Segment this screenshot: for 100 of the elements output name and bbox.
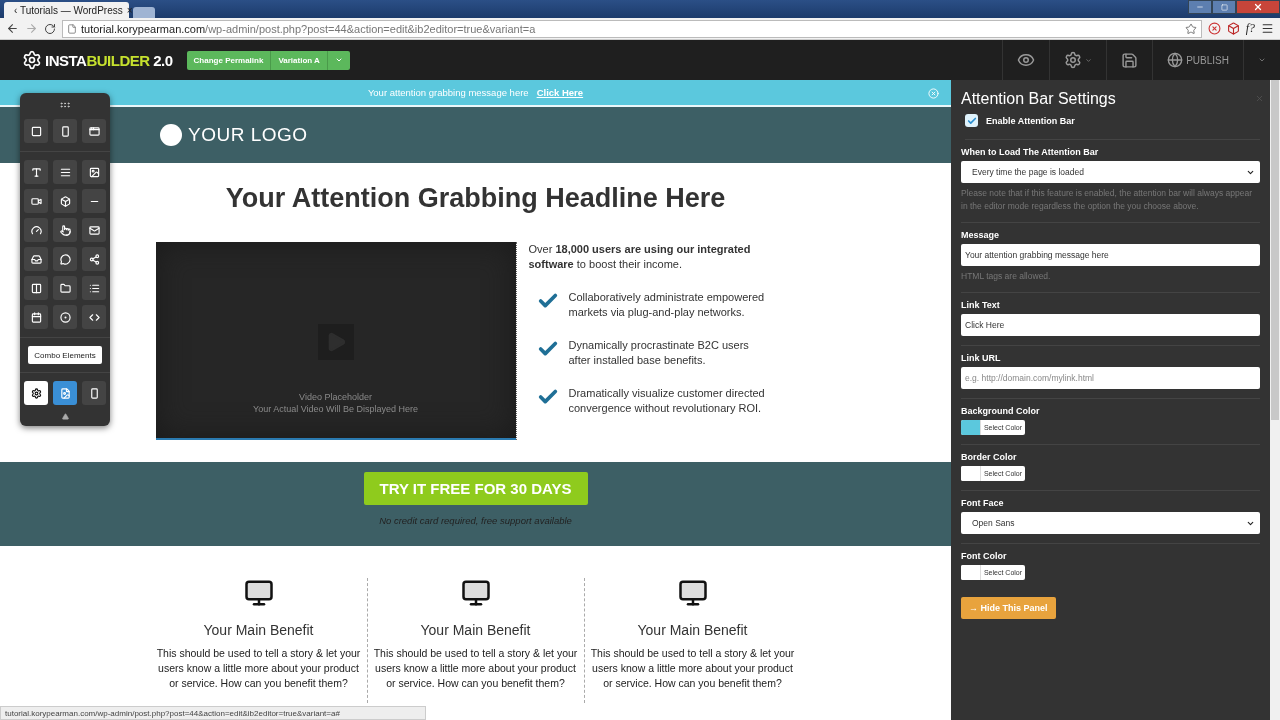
attention-message: Your attention grabbing message here (367, 87, 529, 98)
window-tool[interactable] (82, 119, 106, 143)
text-field[interactable]: Your attention grabbing message here (961, 244, 1260, 266)
close-button[interactable] (1236, 0, 1280, 14)
field-label: Border Color (961, 452, 1018, 462)
panel-title: Attention Bar Settings (961, 90, 1116, 108)
text-tool[interactable] (24, 160, 48, 184)
collapse-icon[interactable] (61, 413, 69, 420)
eye-icon (1017, 51, 1036, 69)
gear-icon (1064, 51, 1083, 69)
stop-sign-icon[interactable] (1207, 22, 1221, 35)
text-icon (30, 166, 42, 178)
back-icon[interactable] (6, 22, 19, 35)
panel-button[interactable] (82, 381, 106, 405)
benefit-text: This should be used to tell a story & let your users know a little more about your product or service. How can you benefit them? (372, 646, 579, 691)
calendar-icon (30, 311, 42, 323)
speech-bubble-tool[interactable] (53, 247, 77, 271)
video-camera-tool[interactable] (24, 189, 48, 213)
bookmark-star-icon[interactable] (1184, 22, 1197, 35)
benefit-text: This should be used to tell a story & let your users know a little more about your product or service. How can you benefit them? (155, 646, 362, 691)
video-subtitle: Your Actual Video Will Be Displayed Here (252, 404, 419, 414)
minimize-icon (1196, 3, 1204, 11)
app-logo: INSTABUILDER 2.0 (22, 50, 173, 70)
video-camera-icon (30, 195, 42, 207)
image-tool[interactable] (82, 160, 106, 184)
benefit-title: Your Main Benefit (420, 622, 531, 638)
field-label: Link Text (961, 300, 1001, 310)
url-text: tutorial.korypearman.com/wp-admin/post.php?post=44&action=edit&ib2editor=true&variant=a (81, 22, 536, 35)
text-field[interactable]: Click Here (961, 314, 1260, 336)
dropdown[interactable]: Every time the page is loaded (961, 161, 1260, 183)
maximize-icon (1220, 3, 1228, 11)
list-tool[interactable] (82, 276, 106, 300)
cta-note: No credit card required, free support available (379, 515, 572, 526)
globe-icon (1167, 52, 1184, 68)
monitor-icon (460, 578, 491, 608)
combo-elements-button[interactable]: Combo Elements (28, 346, 102, 364)
cube-tool[interactable] (53, 189, 77, 213)
mail-tool[interactable] (82, 218, 106, 242)
rectangle-tool[interactable] (53, 119, 77, 143)
window-icon (88, 125, 100, 137)
monitor-icon (677, 578, 708, 608)
text-field[interactable]: e.g. http://domain.com/mylink.html (961, 367, 1260, 389)
code-icon (88, 311, 100, 323)
scrollbar[interactable] (1270, 80, 1280, 720)
columns-icon (30, 282, 42, 294)
folder-tool[interactable] (53, 276, 77, 300)
share-tool[interactable] (82, 247, 106, 271)
field-label: Font Color (961, 551, 1008, 561)
minimize-button[interactable] (1188, 0, 1212, 14)
panel-icon (88, 387, 100, 399)
tab-title: ‹ Tutorials — WordPress (14, 4, 123, 16)
bullet-text: Collaboratively administrate empowered markets via plug-and-play networks. (568, 290, 766, 320)
benefit-title: Your Main Benefit (637, 622, 748, 638)
columns-tool[interactable] (24, 276, 48, 300)
maximize-button[interactable] (1212, 0, 1236, 14)
list-icon (88, 282, 100, 294)
image-mode-button[interactable] (53, 381, 77, 405)
code-tool[interactable] (82, 305, 106, 329)
bullet-text: Dramatically visualize customer directed convergence without revolutionary ROI. (568, 386, 766, 416)
inbox-icon (30, 253, 42, 265)
inbox-tool[interactable] (24, 247, 48, 271)
field-label: Message (961, 230, 1001, 240)
reload-icon[interactable] (44, 22, 56, 35)
video-title: Video Placeholder (299, 392, 372, 402)
gauge-icon (30, 224, 42, 236)
bullet-text: Dynamically procrastinate B2C users after installed base benefits. (568, 338, 750, 368)
field-label: When to Load The Attention Bar (961, 147, 1100, 157)
calendar-tool[interactable] (24, 305, 48, 329)
square-icon (30, 125, 42, 137)
field-label: Font Face (961, 498, 1005, 508)
field-label: Link URL (961, 353, 1002, 363)
square-tool[interactable] (24, 119, 48, 143)
paragraph-icon (59, 166, 71, 178)
extension-button[interactable]: f? (1245, 21, 1255, 36)
paragraph-tool[interactable] (53, 160, 77, 184)
rectangle-icon (59, 125, 71, 137)
folder-icon (59, 282, 71, 294)
radio-icon (59, 311, 71, 323)
address-bar[interactable]: tutorial.korypearman.com/wp-admin/post.php?post=44&action=edit&ib2editor=true&variant=a (62, 19, 1202, 38)
checkbox[interactable] (965, 114, 978, 127)
speech-bubble-icon (59, 253, 71, 265)
extension-icon[interactable] (1226, 22, 1240, 35)
cube-icon (59, 195, 71, 207)
image-file-icon (59, 387, 71, 399)
benefit-text: This should be used to tell a story & let your users know a little more about your product or service. How can you benefit them? (589, 646, 796, 691)
status-url: tutorial.korypearman.com/wp-admin/post.php?post=44&action=edit&ib2editor=true&variant=a# (0, 706, 426, 720)
caret-icon (334, 56, 343, 64)
settings-icon (30, 387, 42, 399)
logo-circle (160, 124, 182, 146)
dropdown[interactable]: Open Sans (961, 512, 1260, 534)
share-icon (88, 253, 100, 265)
radio-tool[interactable] (53, 305, 77, 329)
settings-button[interactable] (24, 381, 48, 405)
drag-handle-icon[interactable] (59, 99, 71, 111)
pointer-tool[interactable] (53, 218, 77, 242)
checkbox-label: Enable Attention Bar (986, 115, 1075, 126)
menu-icon[interactable] (1261, 22, 1274, 35)
monitor-icon (243, 578, 274, 608)
logo-text: YOUR LOGO (188, 124, 308, 146)
gauge-tool[interactable] (24, 218, 48, 242)
